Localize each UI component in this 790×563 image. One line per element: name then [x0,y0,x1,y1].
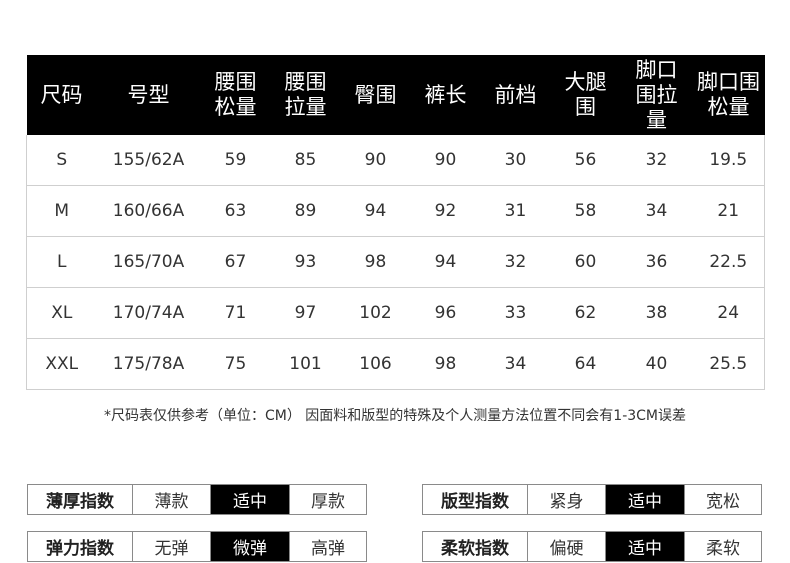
table-header-row: 尺码 号型 腰围松量 腰围拉量 臀围 裤长 前档 大腿围 脚口围拉量 脚口围松量 [26,55,765,135]
measure-cell: 93 [270,236,341,288]
header-thigh: 大腿围 [550,55,621,135]
measure-cell: 56 [550,135,621,186]
size-cell: S [26,135,97,186]
measure-cell: 101 [289,354,322,374]
softness-index-label: 柔软指数 [441,539,509,559]
table-row: XXL 175/78A 75 101 106 98 34 64 40 25.5 [27,339,765,390]
measure-cell: 71 [200,287,271,339]
measure-cell: 34 [620,185,693,237]
size-cell: XXL [45,354,79,374]
header-size: 尺码 [26,55,97,135]
softness-index-bar: 柔软指数 偏硬 适中 柔软 [422,531,762,562]
measure-cell: 21 [692,185,765,237]
measure-cell: 62 [550,287,621,339]
measure-cell: 165/70A [96,236,201,288]
fit-option-slim: 紧身 [527,485,605,514]
table-row: L 165/70A 67 93 98 94 32 60 36 22.5 [26,236,765,288]
measure-cell: 75 [224,354,247,374]
fit-option-loose: 宽松 [684,485,761,514]
measure-cell: 22.5 [692,236,765,288]
header-length: 裤长 [410,55,481,135]
measure-cell: 102 [340,287,411,339]
measure-cell: 60 [550,236,621,288]
measure-cell: 90 [340,135,411,186]
measure-cell: 106 [359,354,392,374]
measure-cell: 160/66A [96,185,201,237]
header-leg-opening-stretched: 脚口围拉量 [620,55,693,135]
thickness-option-thin: 薄款 [132,485,210,514]
elasticity-index-bar: 弹力指数 无弹 微弹 高弹 [27,531,367,562]
measure-cell: 38 [620,287,693,339]
table-row: XL 170/74A 71 97 102 96 33 62 38 24 [26,287,765,339]
measure-cell: 98 [340,236,411,288]
fit-index-label: 版型指数 [441,492,509,512]
table-row: S 155/62A 59 85 90 90 30 56 32 19.5 [26,135,765,186]
measure-cell: 19.5 [692,135,765,186]
measure-cell: 59 [200,135,271,186]
size-cell: L [26,236,97,288]
size-chart-table: 尺码 号型 腰围松量 腰围拉量 臀围 裤长 前档 大腿围 脚口围拉量 脚口围松量… [26,55,765,390]
measure-cell: 97 [270,287,341,339]
header-model: 号型 [96,55,201,135]
elasticity-option-slight: 微弹 [210,532,289,561]
thickness-option-thick: 厚款 [289,485,366,514]
fit-index-bar: 版型指数 紧身 适中 宽松 [422,484,762,515]
measure-cell: 96 [410,287,481,339]
softness-option-medium: 适中 [605,532,684,561]
measure-cell: 58 [550,185,621,237]
measure-cell: 155/62A [96,135,201,186]
elasticity-index-label: 弹力指数 [46,539,114,559]
measure-cell: 67 [200,236,271,288]
size-cell: M [26,185,97,237]
measure-cell: 63 [200,185,271,237]
measure-cell: 92 [410,185,481,237]
measure-cell: 32 [620,135,693,186]
table-row: M 160/66A 63 89 94 92 31 58 34 21 [26,185,765,237]
size-cell: XL [26,287,97,339]
measure-cell: 25.5 [709,354,748,374]
measure-cell: 64 [574,354,597,374]
measure-cell: 24 [692,287,765,339]
measure-cell: 33 [480,287,551,339]
elasticity-option-high: 高弹 [289,532,366,561]
measure-cell: 170/74A [96,287,201,339]
measure-cell: 31 [480,185,551,237]
measure-cell: 30 [480,135,551,186]
header-leg-opening-relaxed: 脚口围松量 [692,55,765,135]
header-hip: 臀围 [340,55,411,135]
size-note: *尺码表仅供参考（单位：CM） 因面料和版型的特殊及个人测量方法位置不同会有1-… [103,408,687,424]
measure-cell: 34 [504,354,527,374]
measure-cell: 175/78A [112,354,185,374]
softness-option-soft: 柔软 [684,532,761,561]
thickness-index-label: 薄厚指数 [46,492,114,512]
measure-cell: 32 [480,236,551,288]
measure-cell: 94 [340,185,411,237]
measure-cell: 90 [410,135,481,186]
fit-option-regular: 适中 [605,485,684,514]
header-front-rise: 前档 [480,55,551,135]
measure-cell: 36 [620,236,693,288]
thickness-option-medium: 适中 [210,485,289,514]
softness-option-stiff: 偏硬 [527,532,605,561]
measure-cell: 89 [270,185,341,237]
measure-cell: 94 [410,236,481,288]
elasticity-option-none: 无弹 [132,532,210,561]
measure-cell: 98 [434,354,457,374]
header-waist-relaxed: 腰围松量 [200,55,271,135]
header-waist-stretched: 腰围拉量 [270,55,341,135]
measure-cell: 40 [645,354,668,374]
thickness-index-bar: 薄厚指数 薄款 适中 厚款 [27,484,367,515]
measure-cell: 85 [270,135,341,186]
